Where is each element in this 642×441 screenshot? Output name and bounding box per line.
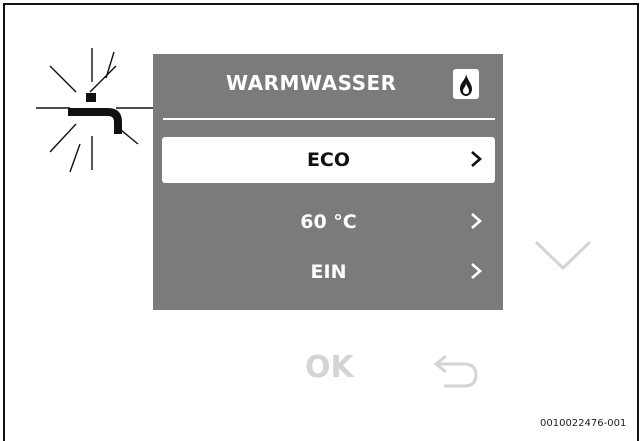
menu-item-label: 60 °C [300, 211, 357, 233]
menu-item-ein[interactable]: EIN [162, 249, 495, 295]
chevron-right-icon [471, 263, 482, 279]
chevron-right-icon [471, 151, 482, 167]
flame-icon [453, 69, 479, 99]
screen-header: WARMWASSER [153, 54, 503, 118]
back-arrow-icon[interactable] [432, 350, 482, 390]
header-divider [163, 118, 495, 120]
menu-item-eco[interactable]: ECO [162, 137, 495, 183]
chevron-right-icon [471, 213, 482, 229]
ok-button[interactable]: OK [305, 350, 354, 385]
menu-item-label: EIN [310, 261, 347, 283]
figure-reference: 0010022476-001 [540, 418, 627, 429]
chevron-down-icon[interactable] [532, 238, 594, 272]
display-screen: WARMWASSER ECO 60 °C EIN [153, 54, 503, 310]
hot-water-tap-icon [36, 48, 158, 173]
menu-item-label: ECO [306, 149, 351, 171]
screen-title: WARMWASSER [226, 71, 397, 95]
menu-item-temperature[interactable]: 60 °C [162, 199, 495, 245]
